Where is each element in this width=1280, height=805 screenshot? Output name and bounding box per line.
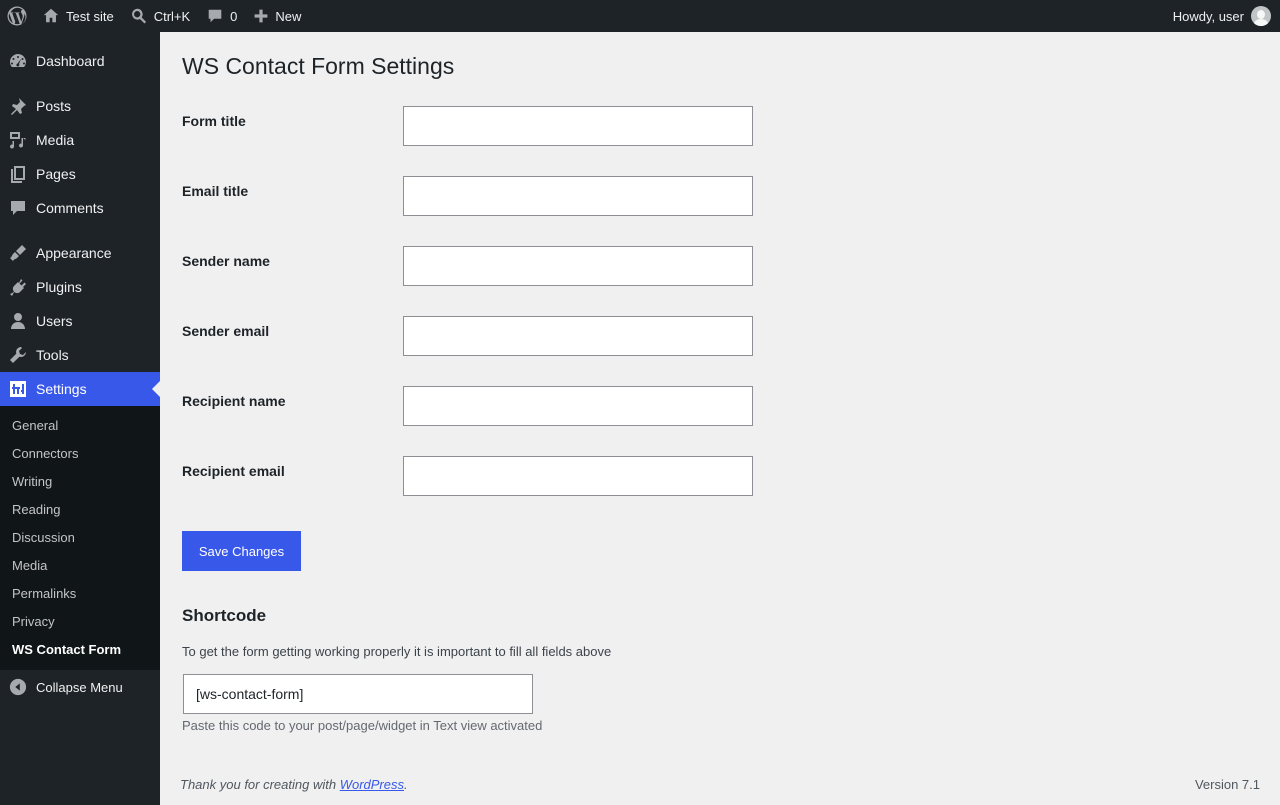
sidebar-item-label: Dashboard [36, 53, 105, 69]
sidebar-item-dashboard[interactable]: Dashboard [0, 44, 160, 78]
submenu-item-media[interactable]: Media [12, 558, 47, 573]
sidebar-item-label: Settings [36, 381, 87, 397]
recipient-name-label: Recipient name [182, 393, 286, 409]
sidebar-item-media[interactable]: Media [0, 123, 160, 157]
recipient-email-label: Recipient email [182, 463, 285, 479]
recipient-email-input[interactable] [403, 456, 753, 496]
new-label: New [275, 8, 302, 24]
submenu-item-writing[interactable]: Writing [12, 474, 52, 489]
footer-thanks: Thank you for creating with WordPress. [180, 777, 408, 792]
comments-count: 0 [230, 8, 238, 24]
pages-icon [11, 166, 25, 183]
new-content-button[interactable]: New [245, 0, 309, 32]
plus-icon [255, 9, 268, 23]
search-shortcut-label: Ctrl+K [153, 8, 191, 24]
footer-version: Version 7.1 [1194, 777, 1260, 792]
sender-name-input[interactable] [403, 246, 753, 286]
settings-icon [10, 381, 26, 397]
pin-icon [11, 98, 26, 115]
footer-thanks-prefix: Thank you for creating with [180, 777, 340, 792]
sidebar-item-label: Users [36, 313, 73, 329]
search-command-button[interactable]: Ctrl+K [122, 0, 198, 32]
sidebar-item-users[interactable]: Users [0, 304, 160, 338]
collapse-arrow-icon [9, 678, 27, 696]
sidebar-item-label: Appearance [36, 245, 112, 261]
wordpress-link[interactable]: WordPress [340, 777, 404, 792]
sender-email-input[interactable] [403, 316, 753, 356]
media-icon [10, 132, 26, 149]
collapse-menu-button[interactable]: Collapse Menu [0, 670, 160, 704]
email-title-label: Email title [182, 183, 249, 199]
greeting-label: Howdy, user [1172, 8, 1244, 24]
recipient-name-input[interactable] [403, 386, 753, 426]
sender-name-label: Sender name [182, 253, 270, 269]
sidebar-item-comments[interactable]: Comments [0, 191, 160, 225]
sidebar-item-label: Posts [36, 98, 72, 114]
submenu-item-permalinks[interactable]: Permalinks [12, 586, 76, 601]
sidebar-item-plugins[interactable]: Plugins [0, 270, 160, 304]
search-icon [131, 8, 146, 24]
save-changes-button[interactable]: Save Changes [182, 531, 301, 571]
sidebar-item-label: Tools [36, 347, 69, 363]
avatar [1251, 6, 1271, 26]
admin-sidebar: Dashboard Posts Media Pages Comments App… [0, 32, 160, 805]
comments-link[interactable]: 0 [198, 0, 245, 32]
form-title-input[interactable] [403, 106, 753, 146]
email-title-input[interactable] [403, 176, 753, 216]
sidebar-item-label: Pages [36, 166, 76, 182]
brush-icon [10, 245, 26, 261]
page-title: WS Contact Form Settings [182, 53, 455, 79]
shortcode-section-title: Shortcode [182, 606, 267, 625]
site-name-label: Test site [66, 8, 114, 24]
footer-thanks-suffix: . [404, 777, 408, 792]
shortcode-description: To get the form getting working properly… [182, 644, 612, 659]
sidebar-item-label: Plugins [36, 279, 82, 295]
collapse-menu-label: Collapse Menu [36, 679, 123, 695]
wrench-icon [10, 347, 26, 363]
plugin-icon [10, 279, 26, 296]
wordpress-logo-icon [7, 6, 27, 26]
submenu-item-ws-contact-form[interactable]: WS Contact Form [12, 642, 121, 657]
sidebar-item-pages[interactable]: Pages [0, 157, 160, 191]
sidebar-item-tools[interactable]: Tools [0, 338, 160, 372]
sender-email-label: Sender email [182, 323, 270, 339]
submenu-item-connectors[interactable]: Connectors [12, 446, 78, 461]
user-account-menu[interactable]: Howdy, user [1165, 0, 1280, 32]
submenu-item-reading[interactable]: Reading [12, 502, 60, 517]
site-name-link[interactable]: Test site [34, 0, 122, 32]
user-icon [11, 313, 25, 329]
comment-icon [208, 9, 222, 23]
sidebar-item-settings[interactable]: Settings [0, 372, 160, 406]
form-title-label: Form title [182, 113, 246, 129]
submenu-item-general[interactable]: General [12, 418, 58, 433]
settings-submenu: General Connectors Writing Reading Discu… [0, 406, 160, 670]
admin-bar: Test site Ctrl+K 0 New Howdy, user [0, 0, 1280, 32]
comment-icon [11, 201, 25, 215]
submenu-item-privacy[interactable]: Privacy [12, 614, 55, 629]
home-icon [43, 8, 59, 23]
shortcode-input[interactable] [183, 674, 533, 714]
shortcode-hint: Paste this code to your post/page/widget… [182, 718, 543, 733]
sidebar-item-posts[interactable]: Posts [0, 89, 160, 123]
sidebar-item-label: Media [36, 132, 75, 148]
sidebar-item-label: Comments [36, 200, 104, 216]
submenu-item-discussion[interactable]: Discussion [12, 530, 75, 545]
dashboard-icon [10, 54, 26, 67]
wordpress-logo-button[interactable] [0, 0, 34, 32]
sidebar-item-appearance[interactable]: Appearance [0, 236, 160, 270]
main-content: WS Contact Form Settings Form title Emai… [160, 32, 1280, 805]
